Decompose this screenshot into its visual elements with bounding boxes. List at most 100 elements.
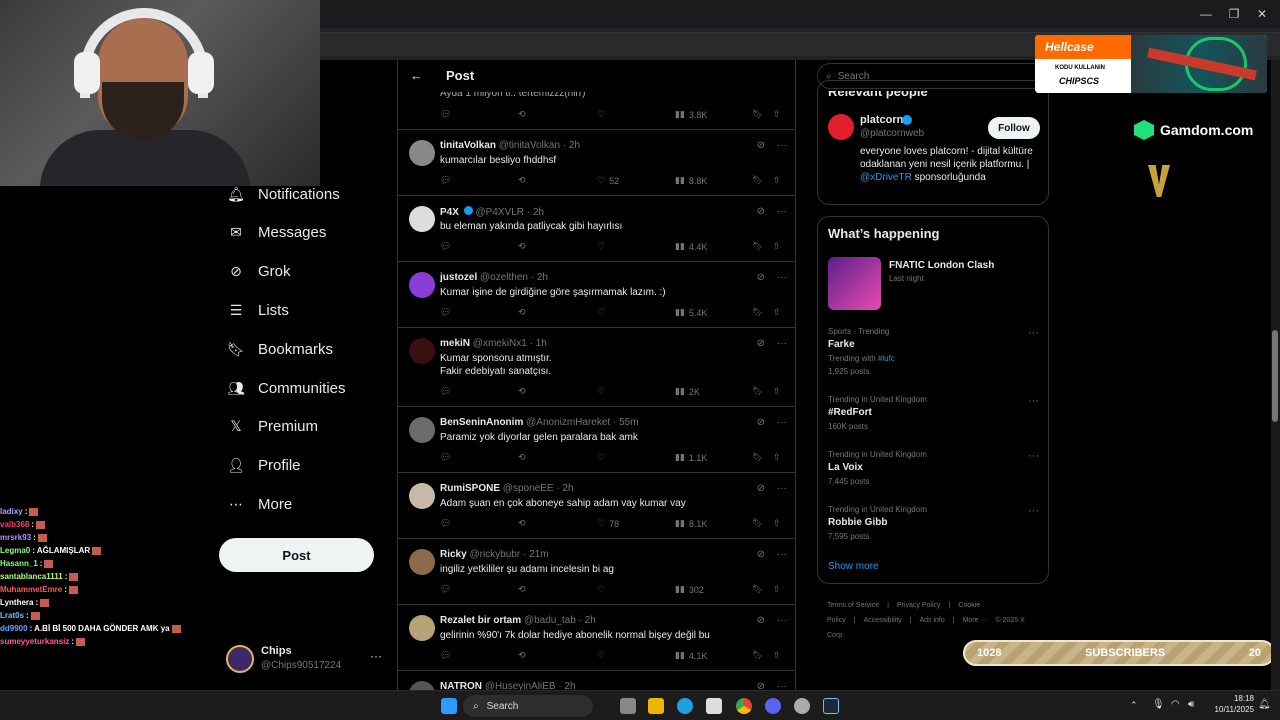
views-button[interactable]: ▮▮ 2K (675, 386, 700, 397)
footer-link[interactable]: Privacy Policy (897, 602, 941, 609)
avatar[interactable] (409, 140, 435, 166)
bookmark-icon[interactable]: 🔖︎ (752, 386, 763, 397)
avatar[interactable] (409, 681, 435, 690)
steam-icon[interactable] (823, 698, 839, 714)
tweet-author[interactable]: mekiN (440, 338, 470, 349)
show-more-link[interactable]: Show more (828, 561, 879, 572)
tweet-author[interactable]: Ricky (440, 549, 467, 560)
retweet-icon[interactable]: ⟲ (518, 307, 526, 318)
follow-button[interactable]: Follow (988, 117, 1040, 139)
more-icon[interactable]: ··· (777, 338, 787, 349)
volume-icon[interactable]: 🔊︎ (1188, 699, 1194, 710)
more-icon[interactable]: ··· (1028, 327, 1039, 339)
maximize-button[interactable]: ❐ (1224, 6, 1244, 22)
views-button[interactable]: ▮▮ 8.8K (675, 175, 707, 186)
views-button[interactable]: ▮▮ 4.4K (675, 241, 707, 252)
bookmark-icon[interactable]: 🔖︎ (752, 584, 763, 595)
share-icon[interactable]: ⇧ (773, 241, 781, 252)
bookmark-icon[interactable]: 🔖︎ (752, 241, 763, 252)
reply-icon[interactable]: 💬︎ (440, 175, 451, 186)
reply-icon[interactable]: 💬︎ (440, 518, 451, 529)
file-explorer-icon[interactable] (648, 698, 664, 714)
tweet-author[interactable]: RumiSPONE (440, 483, 500, 494)
bookmark-icon[interactable]: 🔖︎ (752, 175, 763, 186)
share-icon[interactable]: ⇧ (773, 518, 781, 529)
tweet[interactable]: BenSeninAnonim @AnonizmHareket · 55m ⊘ ·… (398, 407, 795, 473)
bookmark-icon[interactable]: 🔖︎ (752, 650, 763, 661)
grok-icon[interactable]: ⊘ (757, 483, 765, 494)
reply-icon[interactable]: 💬︎ (440, 307, 451, 318)
share-icon[interactable]: ⇧ (773, 386, 781, 397)
like-button[interactable]: ♡ (597, 650, 609, 661)
reply-icon[interactable]: 💬︎ (440, 386, 451, 397)
views-button[interactable]: ▮▮ 302 (675, 584, 704, 595)
more-icon[interactable]: ··· (777, 615, 787, 626)
grok-icon[interactable]: ⊘ (757, 681, 765, 690)
avatar[interactable] (409, 483, 435, 509)
tweet-author[interactable]: BenSeninAnonim (440, 417, 523, 428)
discord-icon[interactable] (765, 698, 781, 714)
sidebar-item-lists[interactable]: ☰ Lists (227, 296, 289, 324)
tweet[interactable]: Ricky @rickybubr · 21m ⊘ ··· ingiliz yet… (398, 539, 795, 605)
windows-start-icon[interactable] (441, 698, 457, 714)
bookmark-icon[interactable]: 🔖︎ (752, 109, 763, 120)
footer-link[interactable]: More ··· (963, 617, 988, 624)
grok-icon[interactable]: ⊘ (757, 417, 765, 428)
share-icon[interactable]: ⇧ (773, 584, 781, 595)
retweet-icon[interactable]: ⟲ (518, 650, 526, 661)
avatar[interactable] (409, 338, 435, 364)
tweet[interactable]: NATRON @HuseyinAliEB · 2h ⊘ ··· 💬︎ ⟲ ♡ ▮… (398, 671, 795, 690)
sidebar-item-communities[interactable]: 👥︎ Communities (227, 374, 345, 402)
grok-icon[interactable]: ⊘ (757, 140, 765, 151)
avatar[interactable] (409, 417, 435, 443)
tweet[interactable]: RumiSPONE @sponeEE · 2h ⊘ ··· Adam şuan … (398, 473, 795, 539)
retweet-icon[interactable]: ⟲ (518, 109, 526, 120)
tweet[interactable]: mekiN @xmekiNx1 · 1h ⊘ ··· Kumar sponsor… (398, 328, 795, 407)
like-button[interactable]: ♡ 78 (597, 518, 619, 529)
like-button[interactable]: ♡ (597, 307, 609, 318)
sidebar-item-notifications[interactable]: 🔔︎ Notifications (227, 180, 340, 208)
avatar[interactable] (409, 272, 435, 298)
more-icon[interactable]: ··· (1028, 450, 1039, 462)
share-icon[interactable]: ⇧ (773, 175, 781, 186)
more-icon[interactable]: ··· (777, 140, 787, 151)
retweet-icon[interactable]: ⟲ (518, 584, 526, 595)
microphone-icon[interactable]: 🎙︎ (1152, 699, 1165, 710)
minimize-button[interactable]: — (1196, 6, 1216, 22)
reply-icon[interactable]: 💬︎ (440, 241, 451, 252)
back-arrow-icon[interactable]: ← (410, 68, 423, 83)
trend-item[interactable]: Trending in United Kingdom #RedFort 160K… (828, 395, 1043, 431)
more-icon[interactable]: ··· (370, 649, 382, 663)
tweet[interactable]: justozel @ozelthen · 2h ⊘ ··· Kumar işin… (398, 262, 795, 328)
store-icon[interactable] (706, 698, 722, 714)
taskbar-search[interactable]: ⌕ Search (463, 695, 593, 717)
more-icon[interactable]: ··· (1028, 505, 1039, 517)
event-thumbnail[interactable] (828, 257, 881, 310)
views-button[interactable]: ▮▮ 4.1K (675, 650, 707, 661)
sidebar-item-messages[interactable]: ✉ Messages (227, 219, 326, 247)
sidebar-item-premium[interactable]: 𝕏 Premium (227, 413, 318, 441)
account-switcher[interactable]: Chips @Chips90517224 ··· (226, 643, 386, 677)
reply-icon[interactable]: 💬︎ (440, 584, 451, 595)
trend-item[interactable]: Trending in United Kingdom Robbie Gibb 7… (828, 505, 1043, 541)
grok-icon[interactable]: ⊘ (757, 549, 765, 560)
tweet[interactable]: tinitaVolkan @tinitaVolkan · 2h ⊘ ··· ku… (398, 130, 795, 196)
like-button[interactable]: ♡ (597, 584, 609, 595)
grok-icon[interactable]: ⊘ (757, 338, 765, 349)
reply-icon[interactable]: 💬︎ (440, 650, 451, 661)
edge-icon[interactable] (677, 698, 693, 714)
share-icon[interactable]: ⇧ (773, 452, 781, 463)
more-icon[interactable]: ··· (777, 206, 787, 217)
tweet-author[interactable]: tinitaVolkan (440, 140, 496, 151)
avatar[interactable] (409, 615, 435, 641)
retweet-icon[interactable]: ⟲ (518, 241, 526, 252)
sidebar-item-profile[interactable]: 👤︎ Profile (227, 452, 300, 480)
retweet-icon[interactable]: ⟲ (518, 386, 526, 397)
trend-item[interactable]: Trending in United Kingdom La Voix 7,445… (828, 450, 1043, 486)
grok-icon[interactable]: ⊘ (757, 272, 765, 283)
like-button[interactable]: ♡ (597, 386, 609, 397)
wifi-icon[interactable]: ◠ (1171, 699, 1180, 710)
views-button[interactable]: ▮▮ 1.1K (675, 452, 707, 463)
footer-link[interactable]: Terms of Service (827, 602, 879, 609)
share-icon[interactable]: ⇧ (773, 109, 781, 120)
